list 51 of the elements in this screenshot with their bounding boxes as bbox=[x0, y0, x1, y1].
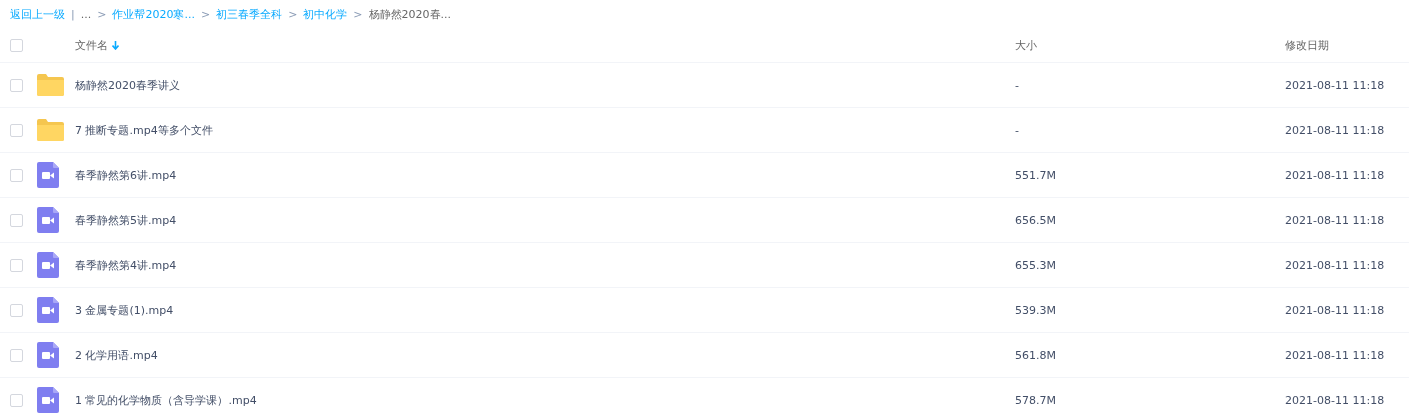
column-header[interactable]: 文件名 bbox=[75, 37, 108, 53]
file-name[interactable]: 2 化学用语.mp4 bbox=[75, 347, 1015, 363]
file-name[interactable]: 春季静然第4讲.mp4 bbox=[75, 257, 1015, 273]
file-size: - bbox=[1015, 78, 1020, 92]
modified-date: 2021-08-11 11:18 bbox=[1285, 78, 1386, 92]
video-file-icon bbox=[37, 162, 59, 188]
file-size: 655.3M bbox=[1015, 258, 1057, 272]
breadcrumb-separator: > bbox=[288, 7, 298, 21]
checkbox[interactable] bbox=[10, 303, 23, 317]
folder-icon bbox=[37, 74, 64, 96]
checkbox[interactable] bbox=[10, 123, 23, 137]
modified-date: 2021-08-11 11:18 bbox=[1285, 258, 1386, 272]
file-size: 539.3M bbox=[1015, 303, 1057, 317]
breadcrumb-separator: > bbox=[200, 7, 211, 21]
video-file-icon bbox=[37, 252, 59, 278]
modified-date: 2021-08-11 11:18 bbox=[1285, 123, 1386, 137]
divider-mark: | bbox=[71, 7, 75, 21]
checkbox[interactable] bbox=[10, 78, 23, 92]
modified-date: 2021-08-11 11:18 bbox=[1285, 393, 1386, 407]
file-size: 578.7M bbox=[1015, 393, 1057, 407]
folder-icon bbox=[37, 119, 64, 141]
breadcrumb-text: 杨静然2020春... bbox=[368, 6, 452, 22]
file-name[interactable]: 1 常见的化学物质（含导学课）.mp4 bbox=[75, 392, 1015, 408]
file-size: 551.7M bbox=[1015, 168, 1057, 182]
column-header[interactable]: 修改日期 bbox=[1285, 37, 1329, 53]
file-name[interactable]: 3 金属专题(1).mp4 bbox=[75, 302, 1015, 318]
checkbox[interactable] bbox=[10, 348, 23, 362]
modified-date: 2021-08-11 11:18 bbox=[1285, 303, 1386, 317]
breadcrumb-text: ... bbox=[80, 7, 92, 21]
checkbox[interactable] bbox=[10, 258, 23, 272]
breadcrumb-separator: > bbox=[353, 7, 363, 21]
file-size: - bbox=[1015, 123, 1020, 137]
modified-date: 2021-08-11 11:18 bbox=[1285, 348, 1386, 362]
file-name[interactable]: 春季静然第5讲.mp4 bbox=[75, 212, 1015, 228]
video-file-icon bbox=[37, 297, 59, 323]
file-name[interactable]: 7 推断专题.mp4等多个文件 bbox=[75, 122, 1015, 138]
checkbox[interactable] bbox=[10, 393, 23, 407]
file-name[interactable]: 杨静然2020春季讲义 bbox=[75, 77, 1015, 93]
modified-date: 2021-08-11 11:18 bbox=[1285, 168, 1386, 182]
file-size: 656.5M bbox=[1015, 213, 1057, 227]
checkbox[interactable] bbox=[10, 213, 23, 227]
checkbox[interactable] bbox=[10, 38, 23, 52]
checkbox[interactable] bbox=[10, 168, 23, 182]
modified-date: 2021-08-11 11:18 bbox=[1285, 213, 1386, 227]
breadcrumb-separator: > bbox=[97, 7, 107, 21]
file-size: 561.8M bbox=[1015, 348, 1057, 362]
sort-arrow-icon[interactable] bbox=[112, 40, 119, 50]
video-file-icon bbox=[37, 207, 59, 233]
file-name[interactable]: 春季静然第6讲.mp4 bbox=[75, 167, 1015, 183]
video-file-icon bbox=[37, 342, 59, 368]
column-header[interactable]: 大小 bbox=[1015, 37, 1037, 53]
